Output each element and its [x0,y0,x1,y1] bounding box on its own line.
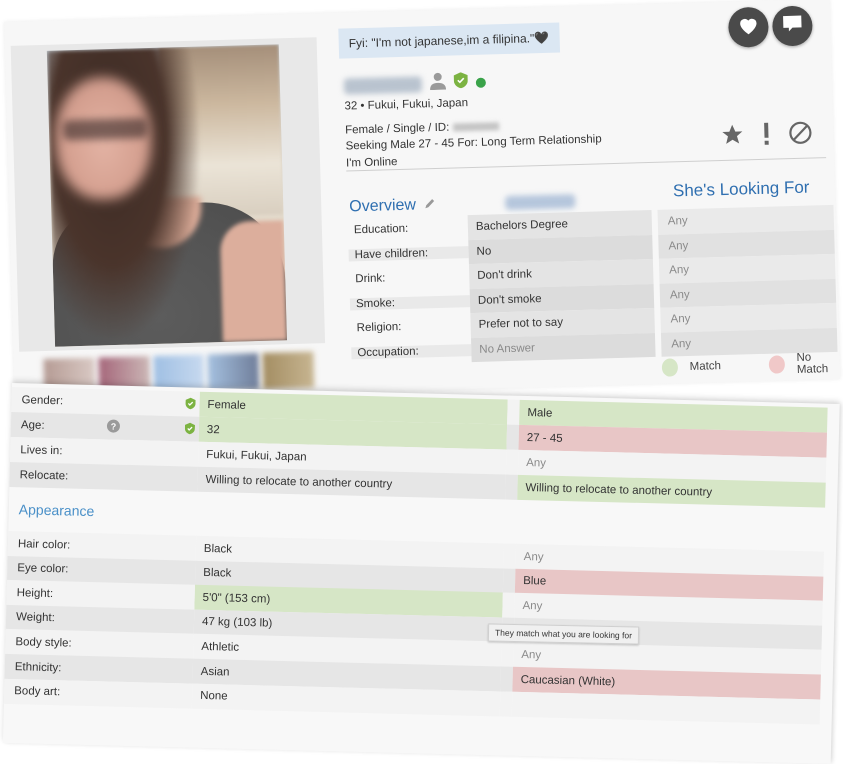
message-icon [781,13,804,39]
overview-label: Religion: [356,321,402,335]
label-text: Eye color: [17,562,69,576]
label-text: Gender: [21,393,64,407]
appearance-heading: Appearance [18,501,95,520]
overview-title-text: Overview [349,196,417,216]
label-text: Body style: [15,636,72,650]
main-profile-photo[interactable] [46,44,287,347]
overview-heading: Overview [349,196,436,216]
age-location: 32 • Fukui, Fukui, Japan [344,97,469,113]
match-tooltip: They match what you are looking for [487,623,640,645]
verified-shield-icon [185,397,196,412]
overview-label: Have children: [348,245,469,262]
edit-pencil-icon[interactable] [424,196,436,214]
no-match-swatch [768,355,785,374]
verified-shield-icon [453,72,469,93]
legend-match-label: Match [689,360,722,373]
favorite-button[interactable] [719,123,746,150]
label-text: Weight: [15,611,55,625]
basics-label: Relocate: [9,461,198,492]
help-icon[interactable]: ? [106,419,121,433]
match-swatch [661,358,678,377]
photo-thumbnail[interactable] [262,351,315,389]
profile-name-row [343,71,487,98]
looking-for-heading: She's Looking For [672,177,810,201]
overview-table: Education: Bachelors Degree Any Have childr… [348,204,838,366]
photo-frame [10,37,326,352]
overview-label: Smoke: [349,294,471,311]
overview-label: Drink: [355,272,386,286]
block-button[interactable] [787,121,814,148]
heart-icon [737,14,760,40]
online-dot-icon [475,77,487,88]
online-status: I'm Online [345,156,398,170]
user-icon [430,72,447,95]
gender-status-id: Female / Single / ID: [344,120,500,137]
gender-status-id-text: Female / Single / ID: [344,121,450,137]
report-button[interactable] [753,122,780,149]
label-text: Height: [16,586,54,600]
divider [346,157,827,172]
like-button[interactable] [727,6,769,48]
profile-id-blurred [453,122,500,132]
photo-thumbnail[interactable] [207,353,260,391]
profile-header-card: Fyi: "I'm not japanese,im a filipina."🖤 … [4,0,841,402]
label-text: Body art: [14,685,61,699]
column-name-blurred [505,194,576,211]
seeking-info: Seeking Male 27 - 45 For: Long Term Rela… [345,133,602,153]
label-text: Hair color: [17,537,71,552]
fyi-message: Fyi: "I'm not japanese,im a filipina."🖤 [338,22,560,59]
label-text: Ethnicity: [14,660,62,674]
label-text: Lives in: [20,443,63,457]
overview-label: Occupation: [351,343,472,360]
block-icon [788,120,813,150]
overview-value: No Answer [470,332,656,363]
verified-shield-icon [184,422,195,437]
star-icon [720,122,745,152]
message-button[interactable] [771,5,813,47]
overview-label: Education: [353,223,409,237]
appearance-label: Body art: [3,678,193,709]
report-icon [761,121,772,150]
label-text: Relocate: [19,468,69,482]
legend-no-match-label: No Match [796,351,829,376]
label-text: Age: [20,418,45,432]
profile-name-blurred [343,75,423,95]
match-legend: Match No Match [661,351,841,380]
